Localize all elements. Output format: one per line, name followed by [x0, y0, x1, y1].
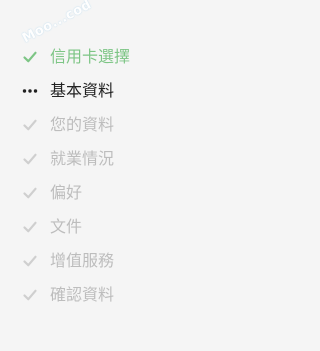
check-icon: [22, 253, 38, 269]
step-credit-card-selection[interactable]: 信用卡選擇: [22, 40, 130, 74]
step-label: 增值服務: [50, 251, 115, 270]
application-steps-list: 信用卡選擇 基本資料 您的資料 就業情況 偏好 文件 增值服務 確認資料: [22, 40, 130, 312]
step-label: 就業情況: [50, 149, 115, 168]
step-your-information[interactable]: 您的資料: [22, 108, 130, 142]
step-basic-information[interactable]: 基本資料: [22, 74, 130, 108]
step-label: 文件: [50, 217, 83, 236]
check-icon: [22, 185, 38, 201]
step-label: 信用卡選擇: [50, 47, 131, 66]
step-confirm-information[interactable]: 確認資料: [22, 278, 130, 312]
step-label: 偏好: [50, 183, 83, 202]
step-documents[interactable]: 文件: [22, 210, 130, 244]
step-label: 您的資料: [50, 115, 115, 134]
step-label: 基本資料: [50, 81, 115, 100]
check-icon: [22, 219, 38, 235]
check-icon: [22, 151, 38, 167]
check-icon: [22, 287, 38, 303]
check-icon: [22, 49, 38, 65]
step-label: 確認資料: [50, 285, 115, 304]
step-preferences[interactable]: 偏好: [22, 176, 130, 210]
step-employment-status[interactable]: 就業情況: [22, 142, 130, 176]
more-dots-icon: [22, 83, 38, 99]
check-icon: [22, 117, 38, 133]
step-value-added-services[interactable]: 增值服務: [22, 244, 130, 278]
